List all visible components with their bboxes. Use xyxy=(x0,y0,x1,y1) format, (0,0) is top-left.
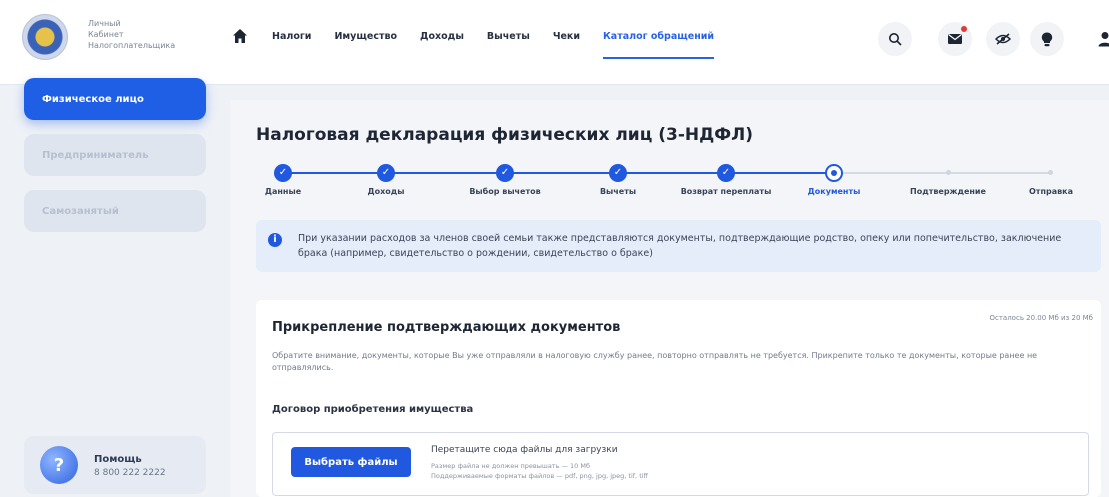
progress-stepper: ✓ ✓ ✓ ✓ ✓ Данные Доходы Выбор вычетов Вы… xyxy=(265,162,1104,202)
dropzone-title: Перетащите сюда файлы для загрузки xyxy=(431,445,618,455)
tips-button[interactable] xyxy=(1030,22,1064,56)
step-5-check-icon[interactable]: ✓ xyxy=(717,164,735,182)
messages-button[interactable] xyxy=(938,22,972,56)
document-section-title: Договор приобретения имущества xyxy=(272,404,474,415)
step-label-choose-deductions[interactable]: Выбор вычетов xyxy=(469,187,540,196)
attachments-notice: Обратите внимание, документы, которые Вы… xyxy=(272,351,1038,372)
dropzone-hints: Размер файла не должен превышать — 10 Мб… xyxy=(431,461,648,481)
brand-line-3: Налогоплательщика xyxy=(88,41,176,50)
step-label-income[interactable]: Доходы xyxy=(368,187,405,196)
top-nav: Налоги Имущество Доходы Вычеты Чеки Ката… xyxy=(272,31,737,59)
fns-logo[interactable] xyxy=(22,14,68,60)
nav-income[interactable]: Доходы xyxy=(420,31,464,42)
info-icon: i xyxy=(268,233,282,247)
eye-off-icon xyxy=(995,33,1011,45)
attachments-title: Прикрепление подтверждающих документов xyxy=(272,320,621,335)
sidebar-item-entrepreneur[interactable]: Предприниматель xyxy=(24,134,206,176)
sidebar-item-label: Самозанятый xyxy=(42,205,119,217)
step-7-pending-icon xyxy=(946,170,951,175)
step-1-check-icon[interactable]: ✓ xyxy=(274,164,292,182)
storage-quota: Осталось 20.00 Мб из 20 Мб xyxy=(989,314,1093,322)
notification-dot xyxy=(961,26,967,32)
step-6-current-icon[interactable] xyxy=(825,164,843,182)
step-label-refund[interactable]: Возврат переплаты xyxy=(681,187,772,196)
sidebar-item-self-employed[interactable]: Самозанятый xyxy=(24,190,206,232)
help-title: Помощь xyxy=(94,454,142,465)
file-dropzone[interactable]: Выбрать файлы Перетащите сюда файлы для … xyxy=(272,432,1089,496)
step-label-deductions[interactable]: Вычеты xyxy=(600,187,636,196)
step-3-check-icon[interactable]: ✓ xyxy=(496,164,514,182)
profile-button[interactable] xyxy=(1090,30,1109,50)
info-text: При указании расходов за членов своей се… xyxy=(298,233,1062,259)
page-title: Налоговая декларация физических лиц (3-Н… xyxy=(256,125,753,145)
step-label-confirmation: Подтверждение xyxy=(910,187,986,196)
file-formats: Поддерживаемые форматы файлов — pdf, png… xyxy=(431,472,649,480)
file-size-limit: Размер файла не должен превышать — 10 Мб xyxy=(431,462,591,470)
step-2-check-icon[interactable]: ✓ xyxy=(377,164,395,182)
step-label-documents[interactable]: Документы xyxy=(808,187,861,196)
attachments-card: Прикрепление подтверждающих документов О… xyxy=(256,300,1101,497)
mail-icon xyxy=(948,34,962,44)
nav-property[interactable]: Имущество xyxy=(334,31,397,42)
step-8-pending-icon xyxy=(1048,170,1053,175)
choose-files-button[interactable]: Выбрать файлы xyxy=(291,447,411,477)
nav-appeals-catalog[interactable]: Каталог обращений xyxy=(603,31,715,59)
sidebar-item-label: Физическое лицо xyxy=(42,93,144,105)
help-icon: ? xyxy=(40,446,78,484)
user-icon xyxy=(1098,32,1109,47)
step-label-data[interactable]: Данные xyxy=(265,187,301,196)
step-4-check-icon[interactable]: ✓ xyxy=(609,164,627,182)
main-content: Налоговая декларация физических лиц (3-Н… xyxy=(230,100,1109,497)
lightbulb-icon xyxy=(1041,32,1053,46)
help-phone: 8 800 222 2222 xyxy=(94,468,166,478)
visibility-toggle-button[interactable] xyxy=(986,22,1020,56)
step-label-sending: Отправка xyxy=(1029,187,1073,196)
brand-text: Личный Кабинет Налогоплательщика xyxy=(88,18,198,51)
nav-deductions[interactable]: Вычеты xyxy=(487,31,530,42)
nav-receipts[interactable]: Чеки xyxy=(553,31,580,42)
search-icon xyxy=(889,33,902,46)
help-card[interactable]: ? Помощь 8 800 222 2222 xyxy=(24,436,206,494)
sidebar-item-individual[interactable]: Физическое лицо xyxy=(24,78,206,120)
nav-taxes[interactable]: Налоги xyxy=(272,31,311,42)
search-button[interactable] xyxy=(878,22,912,56)
brand-line-1: Личный xyxy=(88,19,121,28)
top-header: Личный Кабинет Налогоплательщика Налоги … xyxy=(0,0,1109,85)
app-frame: Личный Кабинет Налогоплательщика Налоги … xyxy=(0,0,1109,497)
brand-line-2: Кабинет xyxy=(88,30,124,39)
home-icon[interactable] xyxy=(232,28,248,44)
info-banner: i При указании расходов за членов своей … xyxy=(256,220,1101,272)
stepper-track-pending xyxy=(840,172,1050,174)
sidebar-item-label: Предприниматель xyxy=(42,149,149,161)
